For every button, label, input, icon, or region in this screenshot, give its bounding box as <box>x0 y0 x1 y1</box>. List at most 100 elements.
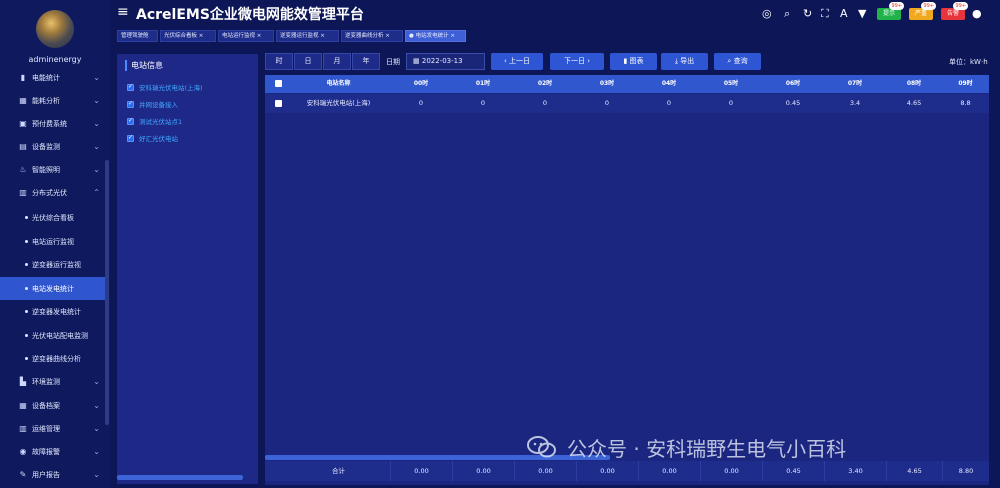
badge-serious[interactable]: 严重 99+ <box>909 2 936 20</box>
period-year-button[interactable]: 年 <box>352 53 380 70</box>
close-icon[interactable]: × <box>450 33 455 39</box>
prev-day-button[interactable]: ‹ 上一日 <box>491 53 543 70</box>
next-day-button[interactable]: 下一日 › <box>550 53 604 70</box>
column-header[interactable]: 05时 <box>700 75 762 93</box>
export-button[interactable]: ⤓ 导出 <box>661 53 708 70</box>
row-checkbox[interactable] <box>275 100 282 107</box>
sidebar-item-energy-stats[interactable]: ▮ 电能统计 ⌄ <box>0 66 110 89</box>
close-icon[interactable]: × <box>320 33 325 39</box>
sidebar-item-report[interactable]: ✎ 用户报告 ⌄ <box>0 463 110 486</box>
sidebar-item-maintenance[interactable]: ▥ 运维管理 ⌄ <box>0 417 110 440</box>
station-item[interactable]: ✓ 安科瑞光伏电站(上海) <box>127 82 203 92</box>
station-item[interactable]: ✓ 并网设备接入 <box>127 99 178 109</box>
tab-pv-dashboard[interactable]: 光伏综合看板 × <box>160 30 216 42</box>
sidebar-item-device-monitor[interactable]: ▤ 设备监测 ⌄ <box>0 135 110 158</box>
search-icon[interactable]: ⌕ <box>784 7 790 21</box>
close-icon[interactable]: × <box>257 33 262 39</box>
analysis-icon: ▦ <box>19 96 27 105</box>
generation-table: 电站名称 00时 01时 02时 03时 04时 05时 06时 07时 08时… <box>265 75 989 485</box>
menu-icon[interactable]: ≡ <box>117 4 129 20</box>
tab-station-generation[interactable]: ● 电站发电统计 × <box>405 30 466 42</box>
bullet-icon <box>25 310 28 313</box>
checkbox-checked-icon[interactable]: ✓ <box>127 83 134 91</box>
fullscreen-icon[interactable]: ⛶ <box>821 7 829 21</box>
table-cell: 0 <box>604 99 610 107</box>
column-header[interactable]: 01时 <box>452 75 514 93</box>
sidebar-scrollbar[interactable] <box>105 160 109 425</box>
column-header[interactable]: 02时 <box>514 75 576 93</box>
sidebar-item-solar[interactable]: ▥ 分布式光伏 ⌃ <box>0 181 110 204</box>
table-cell: 0 <box>542 99 548 107</box>
sidebar-subitem-inverter-generation[interactable]: 逆变器发电统计 <box>0 300 108 323</box>
query-button[interactable]: ⌕ 查询 <box>714 53 761 70</box>
close-icon[interactable]: × <box>385 33 390 39</box>
column-header[interactable]: 08时 <box>886 75 942 93</box>
checkbox-checked-icon[interactable]: ✓ <box>127 134 134 142</box>
checkbox-checked-icon[interactable]: ✓ <box>127 100 134 108</box>
maintenance-icon: ▥ <box>19 424 27 433</box>
checkbox-checked-icon[interactable]: ✓ <box>127 117 134 125</box>
user-icon[interactable]: ● <box>972 7 982 20</box>
tab-label: 电站发电统计 <box>415 33 449 39</box>
date-value: 2022-03-13 <box>421 57 463 65</box>
column-header[interactable]: 06时 <box>762 75 824 93</box>
tab-cockpit[interactable]: 管理驾驶舱 <box>117 30 158 42</box>
sidebar-item-environment[interactable]: ▙ 环境监测 ⌄ <box>0 370 110 393</box>
sidebar-subitem-pv-distribution[interactable]: 光伏电站配电监测 <box>0 324 108 347</box>
sidebar-item-lighting[interactable]: ♨ 智能照明 ⌄ <box>0 158 110 181</box>
badge-alarm[interactable]: 告警 99+ <box>941 2 968 20</box>
bar-chart-icon: ▮ <box>20 73 26 82</box>
sidebar-item-archive[interactable]: ▦ 设备档案 ⌄ <box>0 394 110 417</box>
select-all-checkbox[interactable] <box>275 80 282 87</box>
sidebar-subitem-station-monitor[interactable]: 电站运行监视 <box>0 230 108 253</box>
period-day-button[interactable]: 日 <box>294 53 322 70</box>
chevron-down-icon: ⌄ <box>93 73 100 82</box>
column-header[interactable]: 00时 <box>390 75 452 93</box>
tab-inverter-curve[interactable]: 逆变器曲线分析 × <box>341 30 403 42</box>
bullet-icon <box>25 263 28 266</box>
text-size-icon[interactable]: A <box>840 7 848 20</box>
sidebar-subitem-station-generation[interactable]: 电站发电统计 <box>0 277 108 300</box>
sidebar-subitem-label: 逆变器发电统计 <box>32 307 81 316</box>
badge-info[interactable]: 提示 99+ <box>877 2 904 20</box>
bullet-icon <box>25 287 28 290</box>
sidebar-subitem-inverter-monitor[interactable]: 逆变器运行监视 <box>0 253 108 276</box>
date-input[interactable]: ▦ 2022-03-13 <box>406 53 485 70</box>
sidebar-subitem-label: 电站运行监视 <box>32 237 74 246</box>
table-row[interactable]: 安科瑞光伏电站(上海) 0 0 0 0 0 0 0.45 3.4 4.65 8.… <box>265 94 989 113</box>
station-item[interactable]: ✓ 测试光伏站点1 <box>127 116 182 126</box>
sidebar-subitem-pv-dashboard[interactable]: 光伏综合看板 <box>0 206 108 229</box>
column-header[interactable]: 09时 <box>942 75 989 93</box>
period-hour-button[interactable]: 时 <box>265 53 293 70</box>
sidebar-subitem-inverter-curve[interactable]: 逆变器曲线分析 <box>0 347 108 370</box>
tab-station-monitor[interactable]: 电站运行监视 × <box>218 30 274 42</box>
refresh-icon[interactable]: ↻ <box>803 7 812 20</box>
station-panel-scrollbar[interactable] <box>117 475 243 480</box>
footer-cell: 0.00 <box>576 461 638 481</box>
active-dot-icon: ● <box>409 33 414 39</box>
column-header[interactable]: 04时 <box>638 75 700 93</box>
footer-cell: 0.45 <box>762 461 824 481</box>
shirt-icon[interactable]: ▼ <box>858 7 866 20</box>
tab-inverter-monitor[interactable]: 逆变器运行监视 × <box>276 30 339 42</box>
chart-button[interactable]: ▮ 图表 <box>610 53 657 70</box>
chart-icon: ▮ <box>623 57 628 65</box>
column-header[interactable]: 电站名称 <box>287 75 390 93</box>
period-month-button[interactable]: 月 <box>323 53 351 70</box>
sidebar-item-prepay[interactable]: ▣ 预付费系统 ⌄ <box>0 112 110 135</box>
sidebar-item-alarm[interactable]: ◉ 故障报警 ⌄ <box>0 440 110 463</box>
avatar[interactable] <box>36 10 74 48</box>
sidebar-item-energy-analysis[interactable]: ▦ 能耗分析 ⌄ <box>0 89 110 112</box>
close-icon[interactable]: × <box>199 33 204 39</box>
footer-cell: 0.00 <box>638 461 700 481</box>
sidebar-item-label: 设备档案 <box>32 401 60 410</box>
footer-cell: 0.00 <box>700 461 762 481</box>
column-header[interactable]: 03时 <box>576 75 638 93</box>
column-header[interactable]: 07时 <box>824 75 886 93</box>
sidebar: adminenergy ▮ 电能统计 ⌄ ▦ 能耗分析 ⌄ ▣ 预付费系统 ⌄ … <box>0 0 110 488</box>
globe-icon[interactable]: ◎ <box>762 7 772 20</box>
station-item[interactable]: ✓ 好汇光伏电站 <box>127 133 178 143</box>
username: adminenergy <box>28 55 82 64</box>
station-panel-title: 电站信息 <box>125 60 163 71</box>
sidebar-subitem-label: 电站发电统计 <box>32 284 74 293</box>
